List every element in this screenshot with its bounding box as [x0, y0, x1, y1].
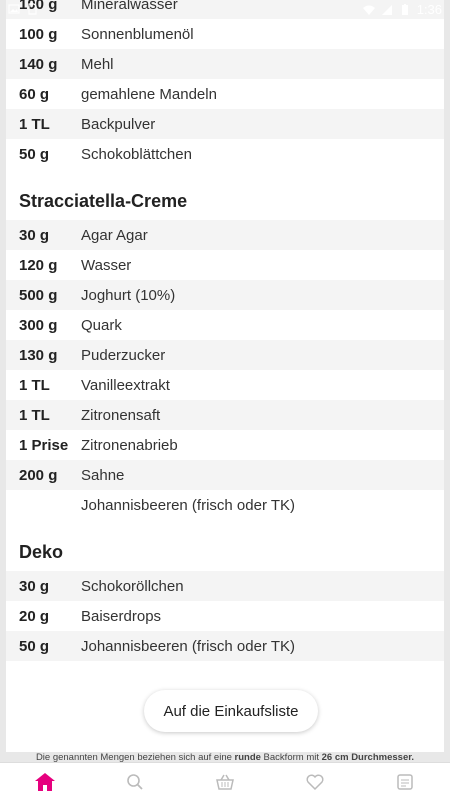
battery-icon — [401, 3, 408, 15]
ingredient-row: 200 g Sahne — [6, 460, 444, 490]
ingredient-quantity: 500 g — [19, 286, 58, 304]
nav-notes[interactable] — [360, 763, 450, 801]
ingredient-row: Johannisbeeren (frisch oder TK) — [6, 490, 444, 520]
ingredient-quantity: 1 TL — [19, 406, 50, 424]
ingredient-row: 500 g Joghurt (10%) — [6, 280, 444, 310]
bottom-navigation — [0, 762, 450, 801]
ingredient-quantity: 1 Prise — [19, 436, 69, 454]
nav-basket[interactable] — [180, 763, 270, 801]
home-icon — [35, 773, 55, 791]
basket-icon — [216, 774, 234, 790]
add-to-shopping-list-button[interactable]: Auf die Einkaufsliste — [144, 690, 318, 732]
ingredient-name: Vanilleextrakt — [81, 376, 170, 394]
ingredient-quantity: 30 g — [19, 226, 50, 244]
status-bar: 1:36 — [0, 0, 450, 20]
ingredient-row: 140 g Mehl — [6, 49, 444, 79]
ingredient-name: Joghurt (10%) — [81, 286, 176, 304]
ingredient-name: Zitronensaft — [81, 406, 161, 424]
ingredient-quantity: 1 TL — [19, 376, 50, 394]
ingredient-row: 1 Prise Zitronenabrieb — [6, 430, 444, 460]
ingredient-quantity: 50 g — [19, 637, 50, 655]
ingredient-row: 100 g Sonnenblumenöl — [6, 19, 444, 49]
signal-icon — [381, 4, 392, 15]
ingredient-name: Mehl — [81, 55, 114, 73]
status-time: 1:36 — [416, 2, 442, 17]
wifi-icon — [362, 5, 375, 15]
ingredient-quantity: 20 g — [19, 607, 50, 625]
notes-icon — [397, 774, 413, 790]
ingredient-name: Zitronenabrieb — [81, 436, 178, 454]
ingredient-quantity: 200 g — [19, 466, 58, 484]
ingredient-quantity: 120 g — [19, 256, 58, 274]
ingredient-name: Johannisbeeren (frisch oder TK) — [81, 637, 295, 655]
ingredient-name: Backpulver — [81, 115, 156, 133]
ingredient-quantity: 140 g — [19, 55, 58, 73]
nav-home[interactable] — [0, 763, 90, 801]
ingredient-row: 300 g Quark — [6, 310, 444, 340]
ingredient-name: Baiserdrops — [81, 607, 162, 625]
ingredient-row: 30 g Schokoröllchen — [6, 571, 444, 601]
file-notification-icon — [28, 3, 37, 15]
ingredient-row: 130 g Puderzucker — [6, 340, 444, 370]
ingredient-name: Sahne — [81, 466, 125, 484]
ingredient-name: Quark — [81, 316, 122, 334]
search-icon — [127, 774, 143, 790]
ingredient-quantity: 50 g — [19, 145, 50, 163]
ingredient-row: 1 TL Vanilleextrakt — [6, 370, 444, 400]
ingredient-name: Johannisbeeren (frisch oder TK) — [81, 496, 295, 514]
ingredient-quantity: 130 g — [19, 346, 58, 364]
ingredient-name: Schokoblättchen — [81, 145, 192, 163]
ingredient-name: Puderzucker — [81, 346, 166, 364]
ingredient-name: Sonnenblumenöl — [81, 25, 194, 43]
ingredient-name: Agar Agar — [81, 226, 148, 244]
ingredient-row: 60 g gemahlene Mandeln — [6, 79, 444, 109]
section-title: Deko — [19, 542, 64, 562]
heart-icon — [306, 774, 324, 791]
nav-favorites[interactable] — [270, 763, 360, 801]
ingredient-row: 50 g Johannisbeeren (frisch oder TK) — [6, 631, 444, 661]
ingredient-row: 1 TL Backpulver — [6, 109, 444, 139]
ingredient-row: 50 g Schokoblättchen — [6, 139, 444, 169]
image-notification-icon — [8, 4, 20, 14]
ingredient-quantity: 100 g — [19, 25, 58, 43]
ingredients-card: 100 g Mineralwasser 100 g Sonnenblumenöl 140… — [6, 0, 444, 752]
section-title: Stracciatella-Creme — [19, 191, 188, 211]
ingredient-quantity: 300 g — [19, 316, 58, 334]
ingredient-row: 20 g Baiserdrops — [6, 601, 444, 631]
ingredient-quantity: 1 TL — [19, 115, 50, 133]
ingredient-name: gemahlene Mandeln — [81, 85, 217, 103]
ingredient-name: Wasser — [81, 256, 132, 274]
ingredient-row: 1 TL Zitronensaft — [6, 400, 444, 430]
nav-search[interactable] — [90, 763, 180, 801]
ingredient-name: Schokoröllchen — [81, 577, 184, 595]
ingredient-quantity: 30 g — [19, 577, 50, 595]
ingredient-row: 30 g Agar Agar — [6, 220, 444, 250]
ingredient-quantity: 60 g — [19, 85, 50, 103]
ingredient-row: 120 g Wasser — [6, 250, 444, 280]
